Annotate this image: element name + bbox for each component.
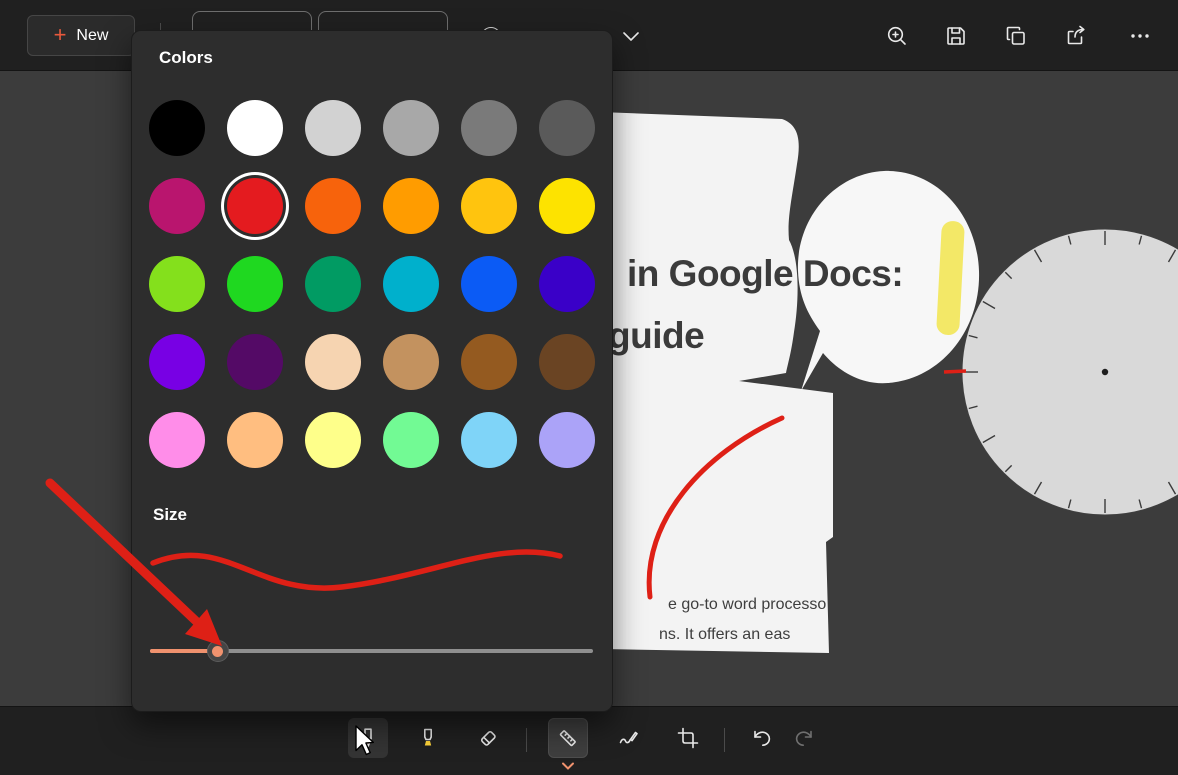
color-swatch-16[interactable] — [461, 256, 517, 312]
color-swatch-3[interactable] — [383, 100, 439, 156]
touch-writing-button[interactable] — [608, 718, 648, 758]
color-swatch-12[interactable] — [149, 256, 205, 312]
toolbar-separator — [526, 728, 527, 752]
color-swatch-0[interactable] — [149, 100, 205, 156]
colors-title: Colors — [159, 48, 213, 68]
redo-button[interactable] — [784, 718, 824, 758]
color-swatch-21[interactable] — [383, 334, 439, 390]
size-slider[interactable] — [150, 639, 593, 663]
color-swatch-8[interactable] — [305, 178, 361, 234]
share-button[interactable] — [1056, 16, 1096, 56]
protractor-overlay — [962, 229, 1178, 515]
color-swatch-25[interactable] — [227, 412, 283, 468]
color-swatch-24[interactable] — [149, 412, 205, 468]
toolbar-separator — [724, 728, 725, 752]
color-swatch-9[interactable] — [383, 178, 439, 234]
touch-writing-icon — [616, 726, 640, 750]
doc-heading-line2: guide — [608, 315, 704, 357]
colors-flyout: Colors Size — [131, 30, 613, 712]
bottom-toolbar — [0, 706, 1178, 775]
undo-button[interactable] — [742, 718, 782, 758]
highlighter-icon — [416, 726, 440, 750]
color-swatch-1[interactable] — [227, 100, 283, 156]
color-swatch-28[interactable] — [461, 412, 517, 468]
color-swatch-13[interactable] — [227, 256, 283, 312]
color-swatch-15[interactable] — [383, 256, 439, 312]
ruler-button[interactable] — [548, 718, 588, 758]
doc-heading-line1: in Google Docs: — [627, 253, 903, 295]
new-button-label: New — [76, 27, 108, 45]
color-swatch-11[interactable] — [539, 178, 595, 234]
ballpoint-pen-button[interactable] — [348, 718, 388, 758]
eraser-button[interactable] — [468, 718, 508, 758]
color-swatch-10[interactable] — [461, 178, 517, 234]
color-swatch-5[interactable] — [539, 100, 595, 156]
crop-button[interactable] — [668, 718, 708, 758]
color-swatch-2[interactable] — [305, 100, 361, 156]
color-swatch-4[interactable] — [461, 100, 517, 156]
slider-thumb[interactable] — [207, 640, 229, 662]
new-button[interactable]: + New — [27, 15, 135, 56]
doc-body-line1: e go-to word processo — [668, 596, 826, 614]
ruler-dropdown-chevron-icon[interactable] — [561, 757, 575, 775]
color-swatch-14[interactable] — [305, 256, 361, 312]
color-swatch-23[interactable] — [539, 334, 595, 390]
copy-button[interactable] — [996, 16, 1036, 56]
color-swatch-20[interactable] — [305, 334, 361, 390]
color-swatch-7[interactable] — [227, 178, 283, 234]
crop-icon — [676, 726, 700, 750]
eraser-icon — [476, 726, 500, 750]
more-options-button[interactable] — [1120, 16, 1160, 56]
ruler-icon — [556, 726, 580, 750]
plus-icon: + — [54, 24, 67, 46]
zoom-in-button[interactable] — [877, 16, 917, 56]
color-swatch-19[interactable] — [227, 334, 283, 390]
undo-icon — [750, 726, 774, 750]
color-swatch-6[interactable] — [149, 178, 205, 234]
ballpoint-pen-icon — [356, 726, 380, 750]
color-swatch-18[interactable] — [149, 334, 205, 390]
doc-body-line2: ns. It offers an eas — [659, 626, 790, 644]
color-swatch-22[interactable] — [461, 334, 517, 390]
save-button[interactable] — [936, 16, 976, 56]
color-swatch-17[interactable] — [539, 256, 595, 312]
protractor-center-dot — [1102, 369, 1108, 375]
highlighter-button[interactable] — [408, 718, 448, 758]
color-swatch-27[interactable] — [383, 412, 439, 468]
color-swatch-26[interactable] — [305, 412, 361, 468]
color-swatch-29[interactable] — [539, 412, 595, 468]
chevron-down-icon[interactable] — [622, 30, 640, 48]
size-title: Size — [153, 505, 187, 525]
color-swatch-grid — [149, 100, 595, 468]
redo-icon — [792, 726, 816, 750]
screenshot-paper — [600, 112, 833, 653]
